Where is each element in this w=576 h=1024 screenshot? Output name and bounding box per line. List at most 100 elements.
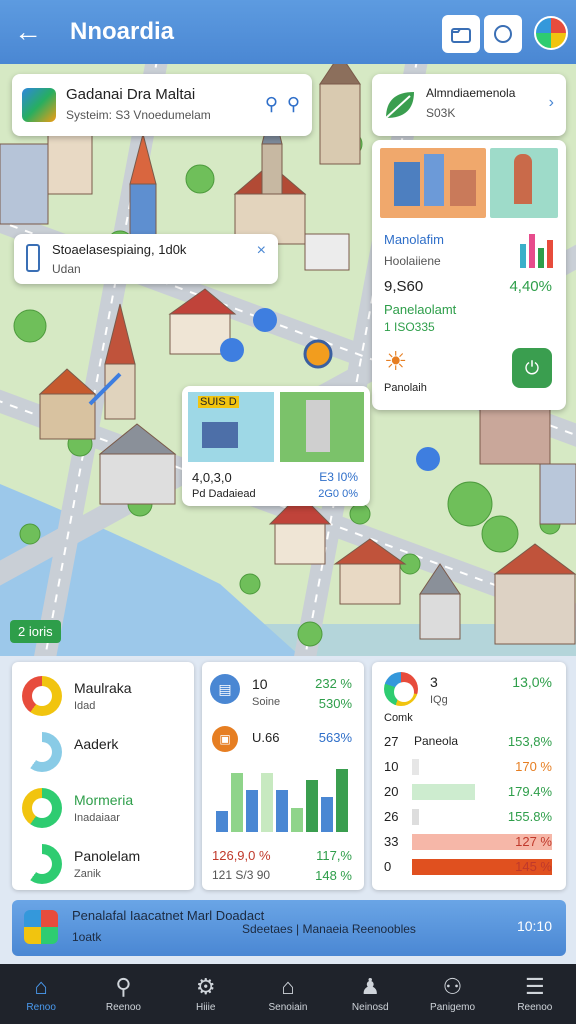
nav-label: Panigemo [430, 1001, 476, 1013]
foot-value-3: 121 S/3 90 [212, 868, 271, 882]
metric-1-label: Soine [252, 696, 281, 708]
panel-value-3: 1 ISO335 [384, 320, 435, 334]
foot-value-2: 117,% [316, 848, 352, 863]
footer-info-bar[interactable]: Penalafal Iaacatnet Marl Doadact 1oatk S… [12, 900, 566, 956]
ranking-top: 3 [430, 674, 438, 690]
category-donut [22, 844, 62, 884]
ranking-row[interactable]: 33 127 % [384, 832, 564, 852]
nav-label: Neinosd [351, 1001, 389, 1013]
mini-bar [306, 779, 318, 832]
stat-card-top[interactable]: Almndiaemenola S03K › [372, 74, 566, 136]
footer-app-icon [24, 910, 58, 944]
info-popup-title: Stoaelasespiaing, 1d0k [52, 242, 187, 257]
ranking-row[interactable]: 20 179.4% [384, 782, 564, 802]
category-label: Mormeria [74, 792, 134, 808]
info-popup[interactable]: Stoaelasespiaing, 1d0k Udan × [14, 234, 278, 284]
nav-icon: ☰ [524, 973, 545, 999]
avatar[interactable] [534, 16, 568, 50]
ranking-value: 127 % [515, 834, 552, 849]
leaf-icon [385, 92, 414, 119]
category-label: Panolelam [74, 848, 141, 864]
ranking-value: 170 % [515, 759, 552, 774]
ranking-topsub: IQg [430, 694, 448, 706]
mini-bar [261, 772, 273, 832]
mini-bar [291, 807, 303, 832]
ranking-head: Comk [384, 712, 413, 724]
chevron-right-icon[interactable]: › [549, 94, 554, 112]
location-card[interactable]: Gadanai Dra Maltai Systeim: S3 Vnoedumel… [12, 74, 312, 136]
category-row[interactable]: Aaderk [12, 728, 194, 780]
ranking-value: 155.8% [507, 809, 552, 824]
city-thumbnail [380, 148, 486, 218]
bottom-nav: ⌂ Renoo ⚲ Reenoo ⚙ Hiiie ⌂ Senoiain ♟ Neinosd ⚇ Pan… [0, 964, 576, 1024]
category-donut [22, 788, 62, 828]
nav-item[interactable]: ⚇ Panigemo [411, 964, 493, 1024]
panel-label-3: Panelaolamt [384, 302, 457, 317]
nav-item[interactable]: ⚲ Reenoo [82, 964, 164, 1024]
category-row[interactable]: Panolelam Zanik [12, 840, 194, 892]
category-sub: Zanik [74, 868, 101, 880]
category-donut [22, 676, 62, 716]
church-thumb [280, 392, 364, 462]
category-label: Maulraka [74, 680, 132, 696]
stat-card-sub: S03K [426, 106, 456, 120]
category-row[interactable]: Mormeria Inadaiaar [12, 784, 194, 836]
mini-bar-chart [216, 762, 352, 832]
metrics-panel: ▤ 10 Soine 232 % 530% ▣ U.66 563% 126,9,… [202, 662, 364, 890]
center-compare-card[interactable]: SUIS D 4,0,3,0 E3 I0% Pd Dadaiead 2G0 0% [182, 386, 370, 506]
search-icon[interactable]: ⚲ [265, 94, 278, 115]
foot-value-1: 126,9,0 % [212, 848, 271, 863]
nav-item[interactable]: ⌂ Senoiain [247, 964, 329, 1024]
chat-icon [494, 25, 512, 43]
nav-icon: ⚇ [442, 973, 463, 999]
nav-item[interactable]: ☰ Reenoo [494, 964, 576, 1024]
city-map[interactable]: Gadanai Dra Maltai Systeim: S3 Vnoedumel… [0, 64, 576, 656]
map-count-badge[interactable]: 2 ioris [10, 620, 61, 643]
ranking-topval: 13,0% [512, 674, 552, 690]
ranking-fill [412, 809, 419, 825]
ranking-row[interactable]: 27 Paneola 153,8% [384, 732, 564, 752]
stat-card-title: Almndiaemenola [426, 86, 516, 100]
category-sub: Inadaiaar [74, 812, 120, 824]
category-row[interactable]: Maulraka Idad [12, 672, 194, 724]
ranking-key: 20 [384, 784, 399, 799]
category-panel: Maulraka Idad Aaderk Mormeria Inadaiaar … [12, 662, 194, 890]
nav-item[interactable]: ♟ Neinosd [329, 964, 411, 1024]
ranking-key: 33 [384, 834, 399, 849]
metric-1-pct: 232 % [315, 676, 352, 691]
tower-thumbnail [490, 148, 558, 218]
nav-item[interactable]: ⚙ Hiiie [165, 964, 247, 1024]
mini-bar [336, 769, 348, 832]
metric-1-value: 10 [252, 676, 268, 692]
ranking-row[interactable]: 0 145 % [384, 857, 564, 877]
panel-label-4: Panolaih [384, 382, 427, 394]
metric-2-pct: 563% [318, 730, 352, 745]
search-alt-icon[interactable]: ⚲ [287, 94, 300, 115]
nav-item[interactable]: ⌂ Renoo [0, 964, 82, 1024]
panel-label-1: Manolafim [384, 232, 444, 247]
folder-button[interactable] [442, 15, 480, 53]
ranking-value: 153,8% [507, 734, 552, 749]
ranking-row[interactable]: 10 170 % [384, 757, 564, 777]
ranking-row[interactable]: 26 155.8% [384, 807, 564, 827]
ranking-fill [412, 759, 419, 775]
close-icon[interactable]: × [257, 242, 266, 260]
footer-sub-1: 1oatk [72, 930, 102, 944]
back-icon[interactable]: ← [0, 0, 56, 64]
nav-icon: ⚙ [195, 973, 216, 999]
right-info-panel[interactable]: Manolafim Hoolaiiene 9,S60 4,40% Panelao… [372, 140, 566, 410]
nav-label: Reenoo [105, 1001, 141, 1013]
ranking-label: Paneola [414, 734, 459, 748]
power-button[interactable]: ⏻ [512, 348, 552, 388]
nav-icon: ⌂ [34, 973, 48, 999]
compare-value-1: 4,0,3,0 [192, 470, 232, 485]
list-icon: ▤ [210, 674, 240, 704]
nav-label: Reenoo [517, 1001, 553, 1013]
ranking-value: 179.4% [507, 784, 552, 799]
ranking-key: 27 [384, 734, 399, 749]
ranking-fill [412, 784, 475, 800]
category-label: Aaderk [74, 736, 119, 752]
chat-button[interactable] [484, 15, 522, 53]
mini-bar [231, 772, 243, 832]
building-thumb-a: SUIS D [188, 392, 274, 462]
